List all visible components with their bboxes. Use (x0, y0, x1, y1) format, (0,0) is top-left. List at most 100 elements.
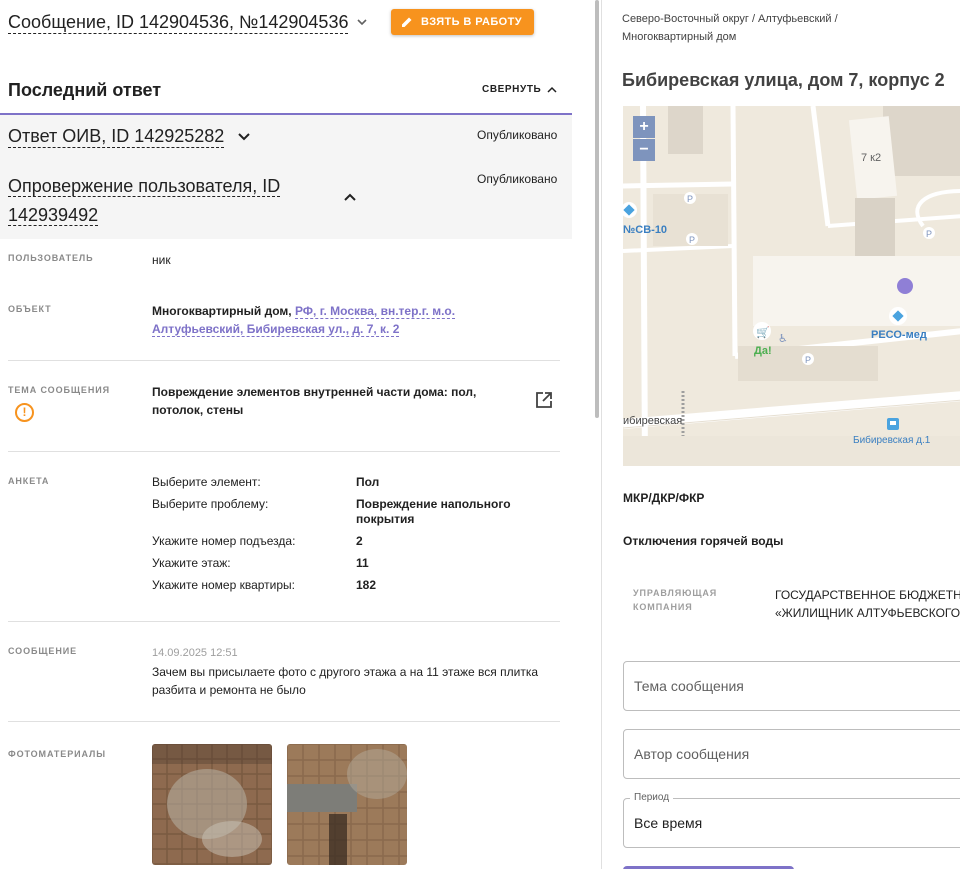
object-panel: Северо-Восточный округ / Алтуфьевский / … (601, 0, 960, 869)
map-canvas: P P P P 7 к2 №СВ-10 РЕСО-мед 🛒 Да! ♿ иби… (623, 106, 960, 466)
topic-filter-input[interactable] (634, 678, 954, 694)
chevron-down-icon (238, 132, 251, 140)
object-address-link-2[interactable]: Алтуфьевский, Бибиревская ул., д. 7, к. … (152, 322, 400, 337)
pencil-icon (402, 17, 412, 27)
survey-question: Укажите номер квартиры: (152, 578, 296, 592)
parking-icon: P (923, 227, 935, 239)
management-company-value: ГОСУДАРСТВЕННОЕ БЮДЖЕТНО «ЖИЛИЩНИК АЛТУФ… (775, 586, 960, 622)
answer-oiv-title: Ответ ОИВ, ID 142925282 (8, 126, 225, 148)
take-to-work-button[interactable]: ВЗЯТЬ В РАБОТУ (391, 9, 534, 35)
message-line-1: Зачем вы присылаете фото с другого этажа… (152, 665, 539, 679)
topic-line-1: Повреждение элементов внутренней части д… (152, 385, 477, 399)
svg-text:P: P (689, 235, 695, 245)
photo-thumbnail[interactable] (287, 744, 407, 865)
accessibility-icon: ♿ (778, 332, 788, 345)
hot-water-link[interactable]: Отключения горячей воды (623, 534, 783, 548)
management-company-line-1: ГОСУДАРСТВЕННОЕ БЮДЖЕТНО (775, 588, 960, 602)
parking-icon: P (684, 192, 696, 204)
message-line-2: разбита и ремонта не было (152, 683, 306, 697)
user-label: ПОЛЬЗОВАТЕЛЬ (8, 253, 94, 263)
scrollbar[interactable] (595, 0, 599, 418)
svg-text:P: P (805, 355, 811, 365)
topic-value: Повреждение элементов внутренней части д… (152, 383, 512, 419)
survey-answer: Пол (356, 475, 380, 489)
photos-label: ФОТОМАТЕРИАЛЫ (8, 749, 106, 759)
building-number-label: 7 к2 (861, 152, 881, 164)
shop-poi-icon[interactable]: 🛒 (753, 322, 771, 340)
svg-text:🛒: 🛒 (756, 326, 770, 339)
breadcrumb-line-2[interactable]: Многоквартирный дом (622, 31, 736, 43)
last-answer-heading: Последний ответ (8, 80, 162, 100)
external-link-icon[interactable] (535, 391, 553, 409)
user-value: ник (152, 253, 171, 267)
photo-thumbnail[interactable] (152, 744, 272, 865)
zoom-in-button[interactable]: + (633, 116, 655, 138)
message-title[interactable]: Сообщение, ID 142904536, №142904536 (8, 11, 349, 34)
object-label: ОБЪЕКТ (8, 304, 52, 314)
divider (8, 451, 560, 452)
bus-stop-icon[interactable] (887, 418, 899, 430)
user-refutation-title: Опровержение пользователя, ID 142939492 (8, 176, 281, 226)
message-label: СООБЩЕНИЕ (8, 646, 77, 656)
object-value: Многоквартирный дом, РФ, г. Москва, вн.т… (152, 302, 552, 338)
author-filter-input[interactable] (634, 746, 954, 762)
period-label: Период (630, 792, 674, 803)
survey-answer: Повреждение напольного покрытия (356, 497, 511, 526)
bus-stop-label: Бибиревская д.1 (853, 434, 931, 446)
user-refutation-status: Опубликовано (477, 172, 558, 186)
survey-question: Выберите проблему: (152, 497, 269, 511)
svg-text:P: P (687, 194, 693, 204)
survey-answer: 2 (356, 534, 363, 548)
svg-text:P: P (926, 229, 932, 239)
chevron-down-icon[interactable] (356, 16, 368, 28)
object-address-link[interactable]: РФ, г. Москва, вн.тер.г. м.о. (294, 304, 456, 319)
chevron-up-icon (547, 86, 557, 93)
parking-icon: P (802, 353, 814, 365)
chevron-up-icon[interactable] (344, 192, 356, 202)
warning-icon: ! (15, 403, 34, 422)
topic-line-2: потолок, стены (152, 403, 244, 417)
medical-poi-icon[interactable] (889, 307, 907, 325)
period-value: Все время (634, 815, 703, 831)
divider (8, 360, 560, 361)
object-type: Многоквартирный дом, (152, 304, 292, 318)
collapse-label: СВЕРНУТЬ (482, 84, 542, 95)
message-panel: Сообщение, ID 142904536, №142904536 ВЗЯТ… (0, 0, 572, 869)
survey-answer: 182 (356, 578, 377, 592)
breadcrumb: Северо-Восточный округ / Алтуфьевский / … (622, 10, 922, 46)
management-company-line-2: «ЖИЛИЩНИК АЛТУФЬЕВСКОГО (775, 606, 960, 620)
user-refutation[interactable]: Опровержение пользователя, ID 142939492 (8, 172, 332, 230)
collapse-button[interactable]: СВЕРНУТЬ (482, 84, 557, 95)
breadcrumb-line-1[interactable]: Северо-Восточный округ / Алтуфьевский / (622, 13, 838, 25)
poi-da-label: Да! (754, 345, 772, 357)
survey-answer: 11 (356, 556, 369, 570)
divider (8, 721, 560, 722)
management-company-label: УПРАВЛЯЮЩАЯ КОМПАНИЯ (633, 588, 718, 612)
answer-oiv[interactable]: Ответ ОИВ, ID 142925282 (8, 125, 251, 148)
tile-floor-photo (152, 744, 272, 865)
message-text: Зачем вы присылаете фото с другого этажа… (152, 663, 562, 699)
zoom-out-button[interactable]: − (633, 139, 655, 161)
station-label: №СВ-10 (623, 224, 667, 236)
object-location-marker[interactable] (897, 278, 913, 294)
author-filter-field[interactable] (623, 729, 960, 779)
parking-icon: P (686, 233, 698, 245)
answers-block: Ответ ОИВ, ID 142925282 Опубликовано Опр… (0, 115, 572, 239)
take-to-work-label: ВЗЯТЬ В РАБОТУ (421, 16, 522, 28)
mkr-link[interactable]: МКР/ДКР/ФКР (623, 491, 704, 505)
divider (8, 621, 560, 622)
answer-oiv-status: Опубликовано (477, 128, 558, 142)
survey-question: Выберите элемент: (152, 475, 261, 489)
survey-question: Укажите этаж: (152, 556, 231, 570)
period-select[interactable]: Период Все время (623, 792, 960, 848)
survey-label: АНКЕТА (8, 476, 50, 486)
topic-label: ТЕМА СООБЩЕНИЯ (8, 385, 110, 395)
map[interactable]: P P P P 7 к2 №СВ-10 РЕСО-мед 🛒 Да! ♿ иби… (623, 106, 960, 466)
topic-filter-field[interactable] (623, 661, 960, 711)
message-date: 14.09.2025 12:51 (152, 647, 238, 659)
street-label: ибиревская (623, 415, 682, 427)
message-header: Сообщение, ID 142904536, №142904536 ВЗЯТ… (8, 8, 568, 36)
poi-reso-med-label: РЕСО-мед (871, 329, 927, 341)
object-address: Бибиревская улица, дом 7, корпус 2 (622, 70, 945, 90)
tile-floor-photo (287, 744, 407, 865)
